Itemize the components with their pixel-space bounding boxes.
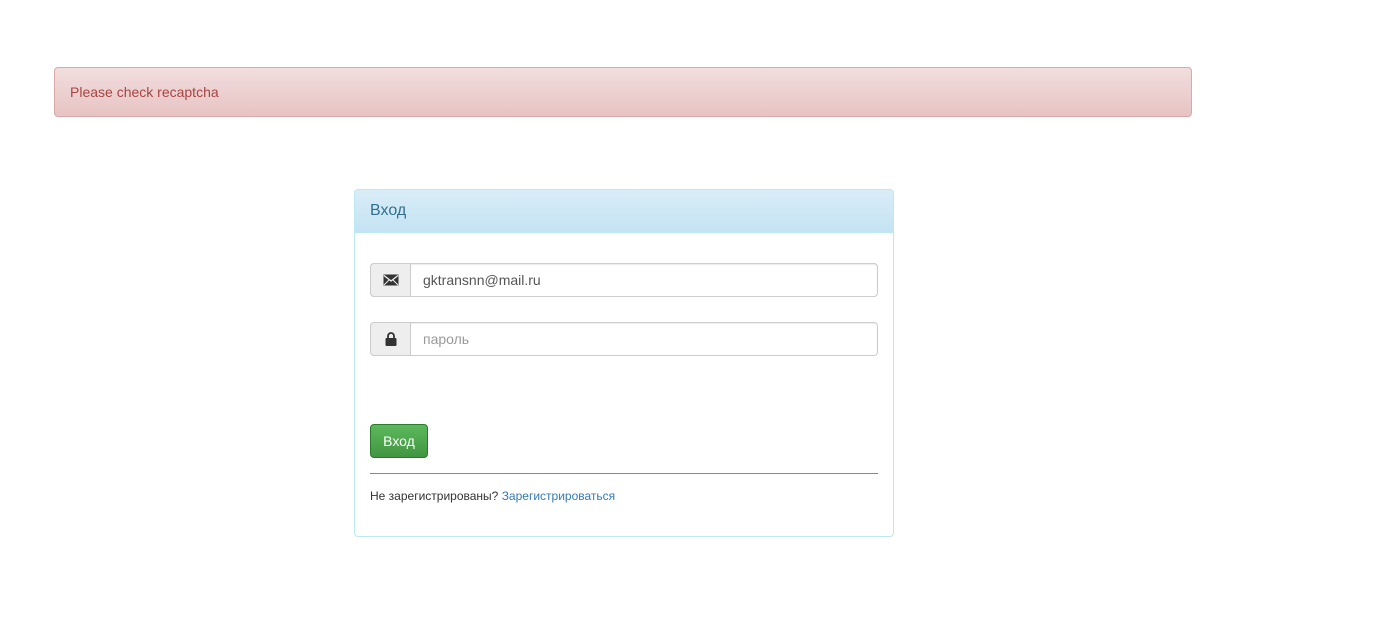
login-panel-heading: Вход [355,190,893,233]
email-input-group [370,263,878,297]
envelope-icon [370,263,410,297]
error-alert: Please check recaptcha [54,67,1192,117]
register-row: Не зарегистрированы? Зарегистрироваться [370,489,615,503]
register-prompt: Не зарегистрированы? [370,489,499,503]
login-button[interactable]: Вход [370,424,428,458]
error-alert-message: Please check recaptcha [70,84,219,100]
password-input[interactable] [410,322,878,356]
email-input[interactable] [410,263,878,297]
login-panel-title: Вход [370,202,407,219]
register-link[interactable]: Зарегистрироваться [502,489,615,503]
lock-icon [370,322,410,356]
divider [370,473,878,474]
login-panel: Вход Вход Не зарегистрированы? Зарегистр… [354,189,894,537]
password-input-group [370,322,878,356]
